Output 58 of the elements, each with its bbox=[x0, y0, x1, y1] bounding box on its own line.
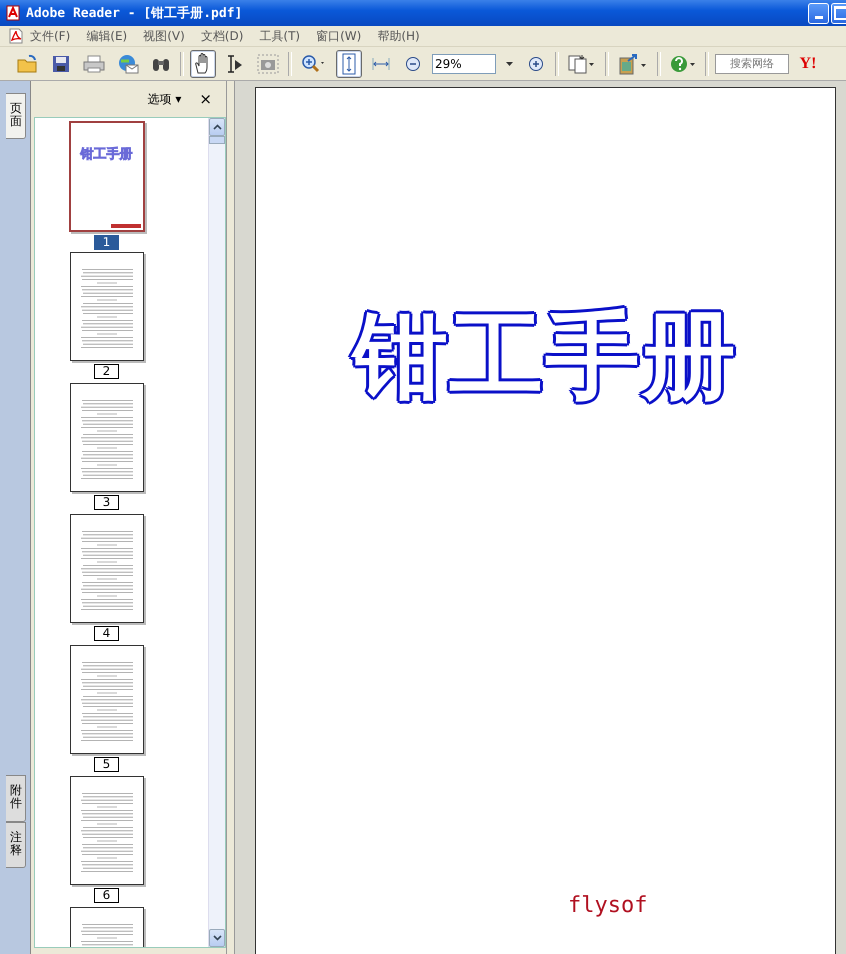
printer-icon bbox=[83, 54, 105, 72]
zoom-out-icon bbox=[405, 56, 421, 72]
thumbnail-footer-mark bbox=[110, 224, 140, 228]
page-number: 1 bbox=[94, 235, 120, 250]
help-icon bbox=[670, 54, 696, 74]
page-thumbnail[interactable] bbox=[70, 252, 144, 361]
menu-item[interactable]: 窗口(W) bbox=[316, 28, 362, 44]
scroll-down-button[interactable] bbox=[209, 929, 225, 947]
pages-icon bbox=[568, 54, 596, 74]
zoom-in-icon bbox=[301, 54, 327, 74]
page-title: 钳工手册 bbox=[256, 293, 835, 420]
dropdown-caret-icon[interactable] bbox=[506, 62, 513, 66]
chevron-down-icon bbox=[212, 935, 222, 941]
yahoo-button[interactable]: Y! bbox=[795, 50, 821, 78]
splitter-handle[interactable] bbox=[226, 81, 235, 954]
close-button[interactable]: × bbox=[199, 90, 212, 108]
scroll-thumb[interactable] bbox=[209, 136, 225, 144]
menu-item[interactable]: 文件(F) bbox=[30, 28, 70, 44]
fit-page-icon bbox=[342, 52, 356, 74]
globe-mail-icon bbox=[117, 54, 139, 74]
menu-item[interactable]: 帮助(H) bbox=[377, 28, 420, 44]
page-thumbnail[interactable] bbox=[70, 383, 144, 492]
page-number: 3 bbox=[94, 495, 120, 510]
pdf-icon bbox=[8, 28, 24, 44]
maximize-button[interactable] bbox=[831, 2, 846, 24]
thumbnail-title: 钳工手册 bbox=[79, 146, 134, 163]
side-tab[interactable]: 附件 bbox=[6, 775, 26, 822]
page-number: 4 bbox=[94, 626, 120, 641]
fit-width-icon bbox=[372, 56, 390, 70]
hand-tool-button[interactable] bbox=[190, 50, 216, 78]
side-tab[interactable]: 注释 bbox=[6, 822, 26, 868]
chevron-up-icon bbox=[212, 124, 222, 130]
minimize-button[interactable] bbox=[808, 2, 829, 24]
export-icon bbox=[618, 52, 648, 74]
menu-item[interactable]: 工具(T) bbox=[259, 28, 300, 44]
camera-icon bbox=[257, 54, 279, 74]
window-title: Adobe Reader - [钳工手册.pdf] bbox=[26, 4, 244, 22]
zoom-field[interactable]: 29% bbox=[432, 54, 496, 74]
page-number: 2 bbox=[94, 364, 120, 379]
page-number: 6 bbox=[94, 888, 120, 903]
page-thumbnail[interactable] bbox=[70, 514, 144, 623]
folder-icon bbox=[17, 54, 39, 74]
zoom-in-icon bbox=[528, 56, 544, 72]
document-icon bbox=[6, 5, 20, 21]
search-field[interactable]: 搜索网络 bbox=[715, 54, 789, 74]
page-thumbnail[interactable] bbox=[70, 645, 144, 754]
side-tab[interactable]: 页面 bbox=[6, 93, 26, 140]
menu-item[interactable]: 文档(D) bbox=[200, 28, 244, 44]
page-footer-text: flysof bbox=[568, 893, 648, 918]
page-thumbnail[interactable]: 钳工手册 bbox=[68, 121, 144, 232]
scrollbar[interactable] bbox=[208, 118, 225, 947]
scroll-up-button[interactable] bbox=[209, 118, 225, 136]
options-menu[interactable]: 选项 ▾ bbox=[148, 90, 182, 108]
page-number: 5 bbox=[94, 757, 120, 772]
menu-item[interactable]: 编辑(E) bbox=[86, 28, 128, 44]
menu-item[interactable]: 视图(V) bbox=[143, 28, 185, 44]
fit-page-button[interactable] bbox=[336, 50, 362, 78]
page-thumbnail[interactable] bbox=[70, 776, 144, 885]
